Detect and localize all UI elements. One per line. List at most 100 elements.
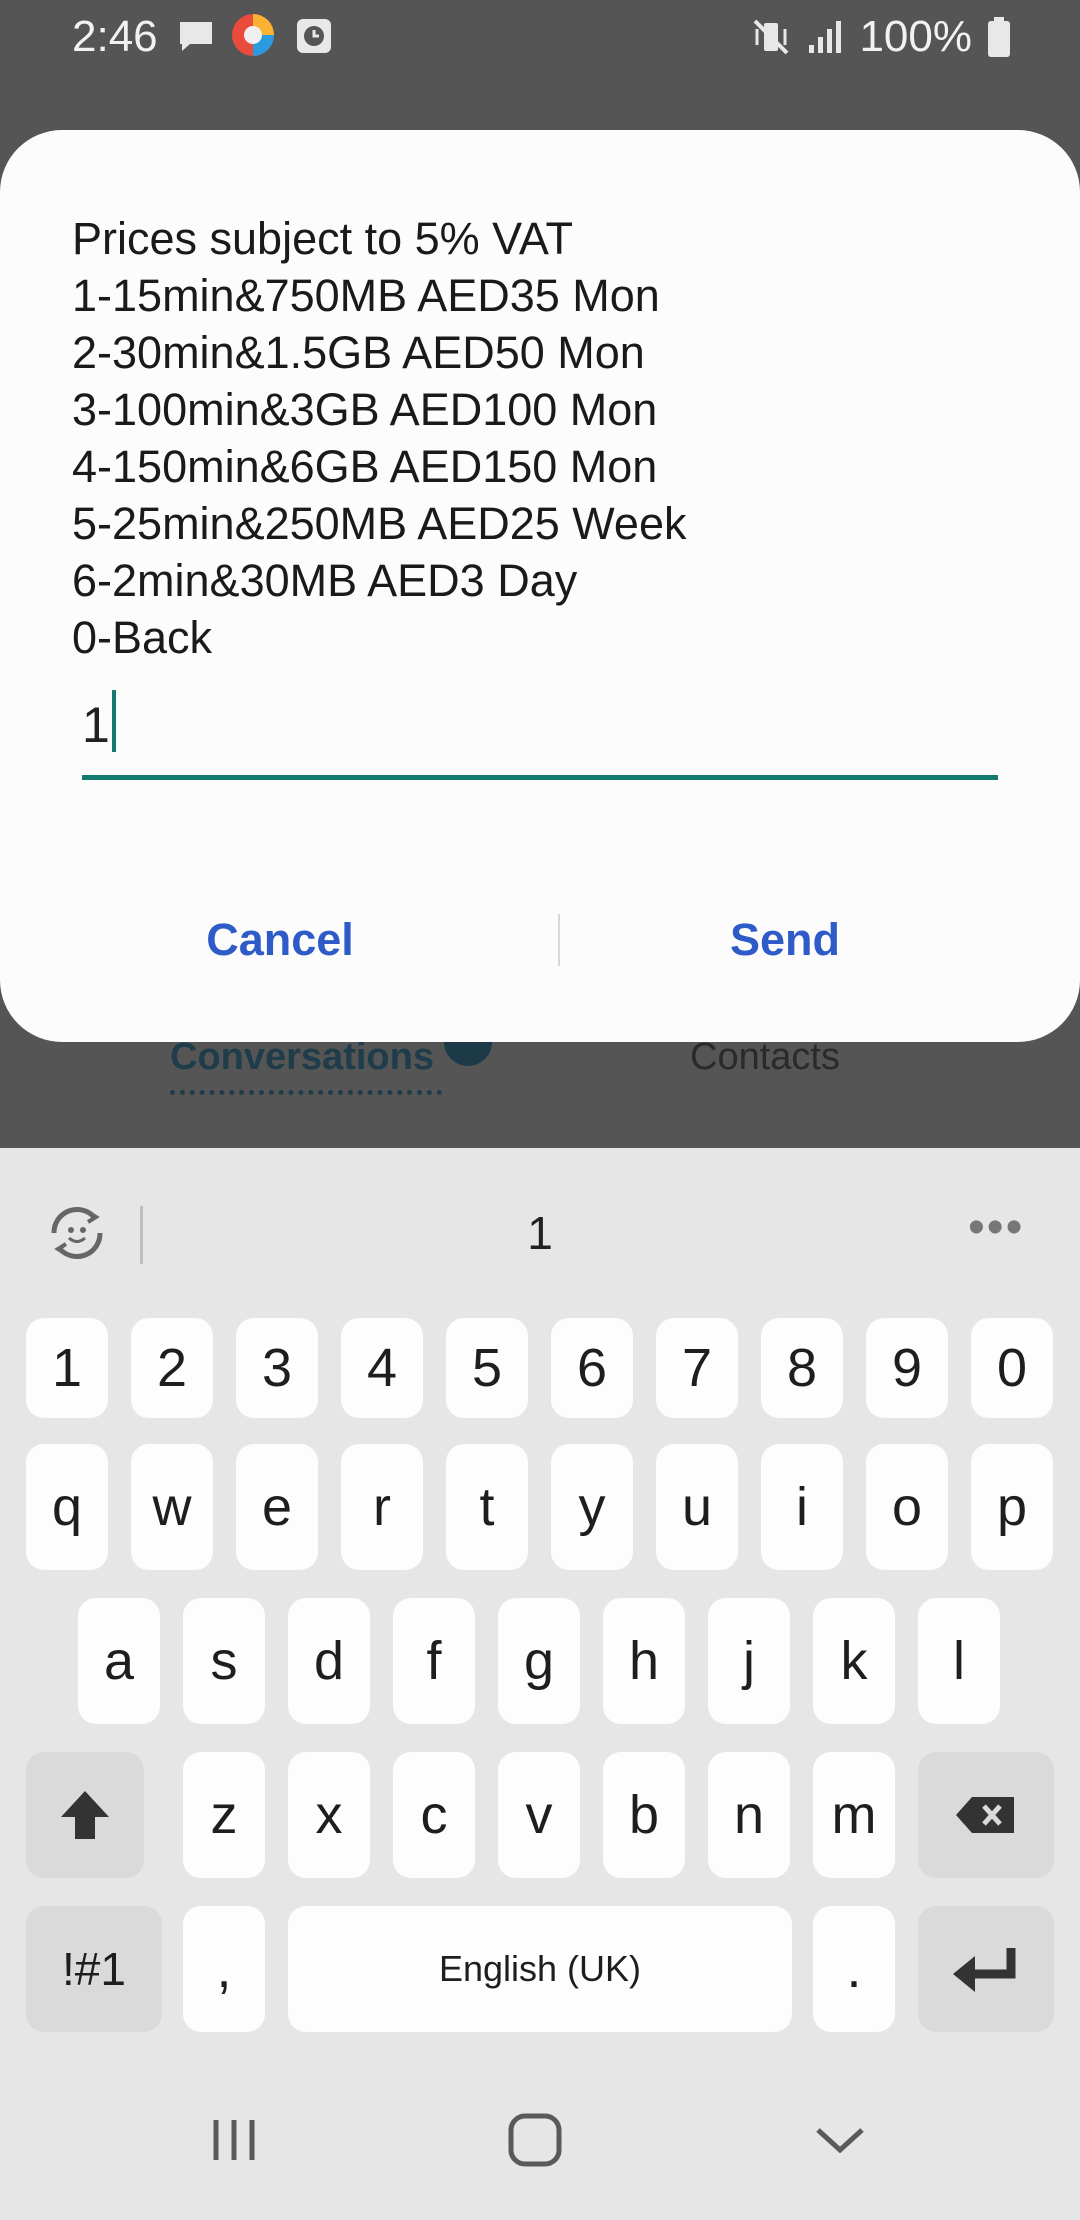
- key-label: t: [479, 1477, 495, 1537]
- key-2[interactable]: 2: [131, 1318, 213, 1418]
- key-label: a: [103, 1631, 135, 1691]
- key-label: 6: [576, 1338, 608, 1398]
- key-label: x: [315, 1785, 343, 1845]
- key-label: m: [831, 1785, 877, 1845]
- key-label: z: [210, 1785, 238, 1845]
- key-o[interactable]: o: [866, 1444, 948, 1570]
- key-m[interactable]: m: [813, 1752, 895, 1878]
- key-label: ,: [216, 1939, 232, 1999]
- key-4[interactable]: 4: [341, 1318, 423, 1418]
- send-button[interactable]: Send: [560, 890, 1010, 990]
- key-label: 0: [996, 1338, 1028, 1398]
- more-options-icon[interactable]: •••: [968, 1200, 1024, 1255]
- space-key[interactable]: English (UK): [288, 1906, 792, 2032]
- tab-active-indicator: [170, 1090, 442, 1095]
- comma-key[interactable]: ,: [183, 1906, 265, 2032]
- message-line: 6-2min&30MB AED3 Day: [72, 555, 578, 606]
- key-0[interactable]: 0: [971, 1318, 1053, 1418]
- key-c[interactable]: c: [393, 1752, 475, 1878]
- key-label: g: [523, 1631, 555, 1691]
- signal-icon: [809, 21, 842, 53]
- suggestion-bar: 1 •••: [0, 1148, 1080, 1323]
- key-l[interactable]: l: [918, 1598, 1000, 1724]
- text-cursor: [112, 690, 116, 752]
- recent-apps-icon[interactable]: [194, 2100, 274, 2180]
- backspace-icon: [956, 1797, 1014, 1833]
- key-i[interactable]: i: [761, 1444, 843, 1570]
- key-y[interactable]: y: [551, 1444, 633, 1570]
- key-label: English (UK): [438, 1948, 642, 1989]
- key-g[interactable]: g: [498, 1598, 580, 1724]
- key-e[interactable]: e: [236, 1444, 318, 1570]
- key-s[interactable]: s: [183, 1598, 265, 1724]
- key-v[interactable]: v: [498, 1752, 580, 1878]
- key-h[interactable]: h: [603, 1598, 685, 1724]
- shift-icon: [61, 1791, 109, 1839]
- key-label: .: [846, 1939, 862, 1999]
- message-line: 3-100min&3GB AED100 Mon: [72, 384, 658, 435]
- key-label: 1: [51, 1338, 83, 1398]
- navigation-bar: [0, 2060, 1080, 2220]
- key-label: i: [796, 1477, 808, 1537]
- key-5[interactable]: 5: [446, 1318, 528, 1418]
- key-8[interactable]: 8: [761, 1318, 843, 1418]
- key-r[interactable]: r: [341, 1444, 423, 1570]
- key-label: s: [210, 1631, 238, 1691]
- key-label: n: [733, 1785, 765, 1845]
- key-label: b: [628, 1785, 660, 1845]
- key-label: k: [840, 1631, 868, 1691]
- key-b[interactable]: b: [603, 1752, 685, 1878]
- vibrate-mute-icon: [754, 19, 789, 55]
- key-j[interactable]: j: [708, 1598, 790, 1724]
- reply-input-container: [82, 680, 998, 780]
- enter-key[interactable]: [918, 1906, 1054, 2032]
- key-label: 4: [366, 1338, 398, 1398]
- reply-input[interactable]: [82, 680, 998, 770]
- key-q[interactable]: q: [26, 1444, 108, 1570]
- key-7[interactable]: 7: [656, 1318, 738, 1418]
- message-line: 2-30min&1.5GB AED50 Mon: [72, 327, 645, 378]
- back-icon[interactable]: [800, 2100, 880, 2180]
- key-6[interactable]: 6: [551, 1318, 633, 1418]
- key-f[interactable]: f: [393, 1598, 475, 1724]
- key-label: w: [152, 1477, 192, 1537]
- key-k[interactable]: k: [813, 1598, 895, 1724]
- key-label: o: [891, 1477, 923, 1537]
- status-bar: 2:46 100%: [0, 0, 1080, 72]
- key-n[interactable]: n: [708, 1752, 790, 1878]
- key-x[interactable]: x: [288, 1752, 370, 1878]
- key-label: 8: [786, 1338, 818, 1398]
- key-9[interactable]: 9: [866, 1318, 948, 1418]
- battery-percent: 100%: [859, 12, 972, 61]
- cancel-button[interactable]: Cancel: [0, 890, 560, 990]
- shift-key[interactable]: [26, 1752, 144, 1878]
- key-t[interactable]: t: [446, 1444, 528, 1570]
- home-icon[interactable]: [495, 2100, 575, 2180]
- key-a[interactable]: a: [78, 1598, 160, 1724]
- dialog-buttons: Cancel Send: [0, 890, 1080, 990]
- key-z[interactable]: z: [183, 1752, 265, 1878]
- tab-conversations[interactable]: Conversations: [170, 1036, 434, 1079]
- key-3[interactable]: 3: [236, 1318, 318, 1418]
- tab-contacts[interactable]: Contacts: [690, 1036, 840, 1079]
- key-p[interactable]: p: [971, 1444, 1053, 1570]
- key-u[interactable]: u: [656, 1444, 738, 1570]
- suggestion-word[interactable]: 1: [0, 1206, 1080, 1260]
- backspace-key[interactable]: [918, 1752, 1054, 1878]
- key-d[interactable]: d: [288, 1598, 370, 1724]
- key-w[interactable]: w: [131, 1444, 213, 1570]
- key-label: !#1: [62, 1943, 126, 1995]
- key-1[interactable]: 1: [26, 1318, 108, 1418]
- battery-icon: [988, 17, 1010, 57]
- clock-app-icon: [297, 19, 331, 53]
- key-label: r: [373, 1477, 391, 1537]
- key-label: p: [996, 1477, 1028, 1537]
- status-time: 2:46: [72, 12, 158, 61]
- enter-icon: [953, 1948, 1016, 1992]
- key-label: 5: [471, 1338, 503, 1398]
- period-key[interactable]: .: [813, 1906, 895, 2032]
- ussd-dialog: Prices subject to 5% VAT 1-15min&750MB A…: [0, 130, 1080, 1042]
- symbols-key[interactable]: !#1: [26, 1906, 162, 2032]
- key-label: l: [953, 1631, 965, 1691]
- key-label: h: [628, 1631, 660, 1691]
